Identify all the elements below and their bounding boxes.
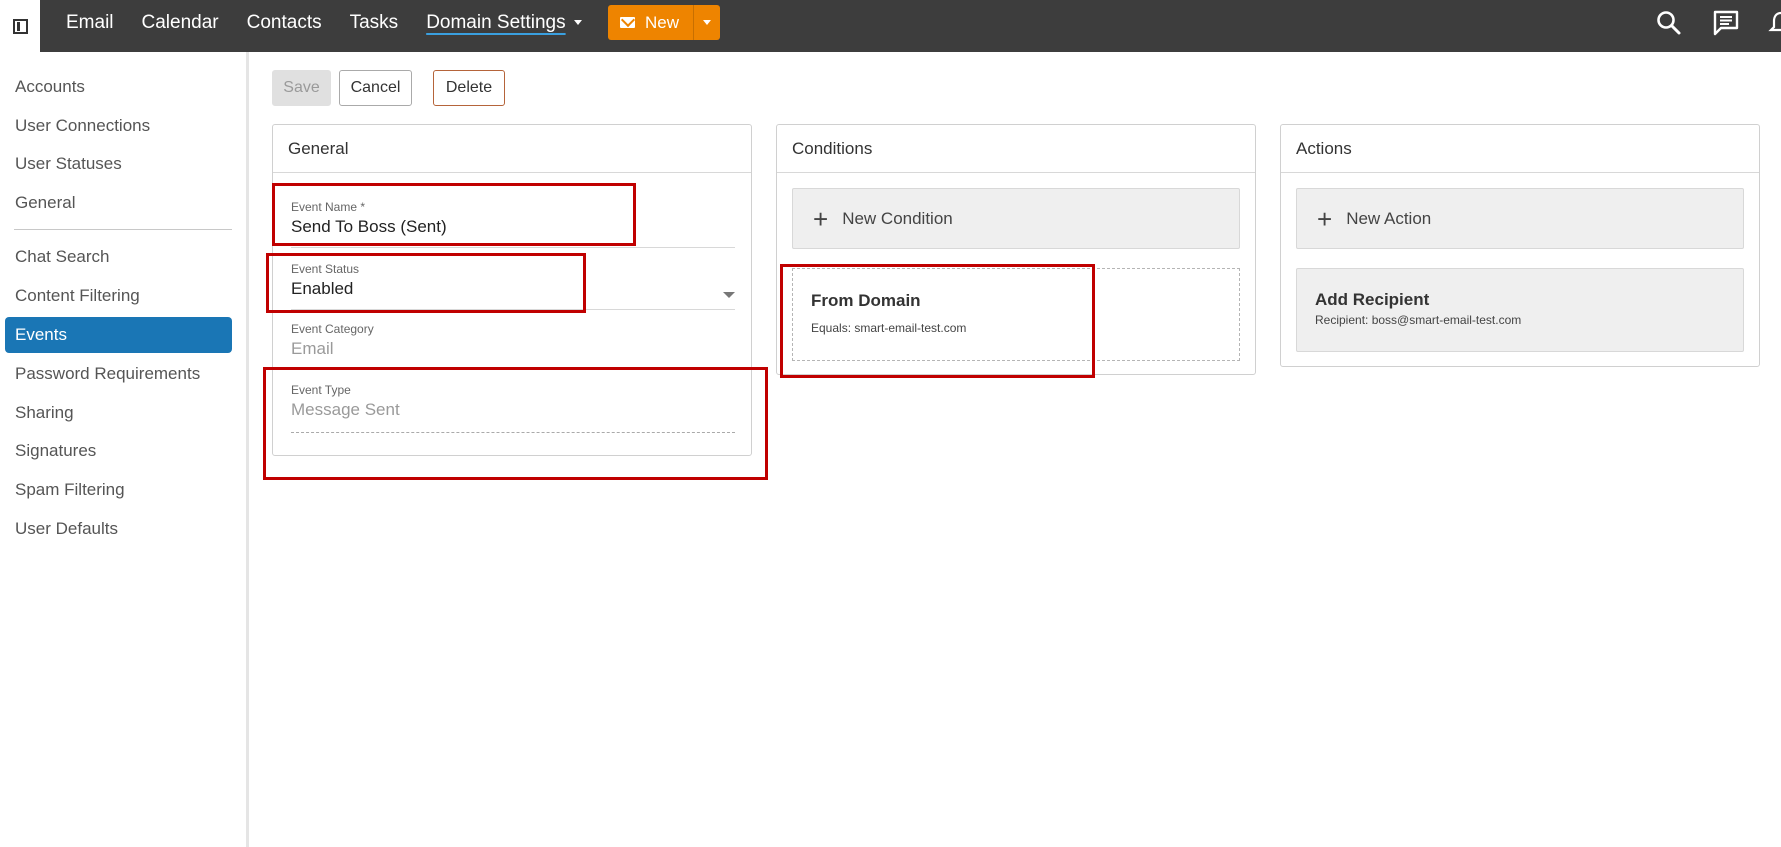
search-icon[interactable] bbox=[1655, 9, 1683, 37]
main-nav: Email Calendar Contacts Tasks Domain Set… bbox=[52, 0, 596, 46]
event-name-underline bbox=[291, 247, 735, 248]
event-type-field: Event Type Message Sent bbox=[291, 383, 735, 433]
chevron-down-icon bbox=[723, 292, 735, 298]
sidebar-item-user-connections[interactable]: User Connections bbox=[5, 108, 232, 144]
plus-icon: + bbox=[813, 203, 829, 234]
nav-domain-settings-label: Domain Settings bbox=[426, 12, 566, 33]
sidebar-item-chat-search[interactable]: Chat Search bbox=[5, 239, 232, 275]
event-status-underline bbox=[291, 309, 735, 310]
actions-panel: Actions + New Action Add Recipient Recip… bbox=[1280, 124, 1760, 367]
event-category-label: Event Category bbox=[291, 322, 374, 336]
general-panel-title: General bbox=[273, 125, 751, 173]
condition-title: From Domain bbox=[811, 291, 921, 310]
sidebar-item-events[interactable]: Events bbox=[5, 317, 232, 353]
sidebar-item-accounts[interactable]: Accounts bbox=[5, 69, 232, 105]
sidebar-item-sharing[interactable]: Sharing bbox=[5, 395, 232, 431]
plus-icon: + bbox=[1317, 203, 1333, 234]
sidebar-item-general[interactable]: General bbox=[5, 185, 232, 221]
cancel-button[interactable]: Cancel bbox=[339, 70, 412, 106]
nav-contacts[interactable]: Contacts bbox=[233, 12, 336, 34]
chevron-down-icon bbox=[703, 20, 712, 25]
sidebar-item-user-statuses[interactable]: User Statuses bbox=[5, 146, 232, 182]
save-button[interactable]: Save bbox=[272, 70, 331, 106]
condition-card[interactable]: From Domain Equals: smart-email-test.com bbox=[792, 268, 1240, 361]
nav-domain-settings[interactable]: Domain Settings bbox=[412, 12, 595, 34]
condition-detail: Equals: smart-email-test.com bbox=[811, 321, 967, 335]
conditions-panel-title: Conditions bbox=[777, 125, 1255, 173]
sidebar-toggle-button[interactable] bbox=[0, 0, 40, 52]
sidebar-item-signatures[interactable]: Signatures bbox=[5, 433, 232, 469]
event-name-field[interactable]: Event Name * Send To Boss (Sent) bbox=[291, 200, 735, 248]
event-type-value: Message Sent bbox=[291, 400, 400, 419]
action-card[interactable]: Add Recipient Recipient: boss@smart-emai… bbox=[1296, 268, 1744, 352]
nav-calendar[interactable]: Calendar bbox=[128, 12, 233, 34]
nav-email[interactable]: Email bbox=[52, 12, 128, 34]
event-status-value: Enabled bbox=[291, 279, 354, 298]
new-action-label: New Action bbox=[1346, 208, 1432, 228]
mail-icon bbox=[620, 17, 635, 28]
top-bar: Email Calendar Contacts Tasks Domain Set… bbox=[0, 0, 1781, 52]
sidebar-divider bbox=[14, 229, 232, 230]
event-category-field: Event Category Email bbox=[291, 322, 735, 368]
event-name-label: Event Name * bbox=[291, 200, 366, 214]
sidebar-item-user-defaults[interactable]: User Defaults bbox=[5, 511, 232, 547]
event-type-label: Event Type bbox=[291, 383, 351, 397]
new-button[interactable]: New bbox=[608, 5, 695, 40]
conditions-panel: Conditions + New Condition From Domain E… bbox=[776, 124, 1256, 375]
sidebar-toggle-icon bbox=[12, 18, 28, 34]
actions-panel-title: Actions bbox=[1281, 125, 1759, 173]
sidebar-item-content-filtering[interactable]: Content Filtering bbox=[5, 278, 232, 314]
new-button-label: New bbox=[645, 12, 680, 32]
delete-button[interactable]: Delete bbox=[433, 70, 505, 106]
new-condition-button[interactable]: + New Condition bbox=[792, 188, 1240, 249]
new-condition-label: New Condition bbox=[842, 208, 953, 228]
chevron-down-icon bbox=[573, 20, 582, 26]
nav-tasks[interactable]: Tasks bbox=[336, 12, 413, 34]
event-name-value: Send To Boss (Sent) bbox=[291, 217, 447, 236]
general-panel: General Event Name * Send To Boss (Sent)… bbox=[272, 124, 752, 456]
event-status-select[interactable]: Event Status Enabled bbox=[291, 262, 735, 310]
event-type-underline bbox=[291, 432, 735, 433]
bell-icon[interactable] bbox=[1768, 9, 1781, 37]
sidebar-item-spam-filtering[interactable]: Spam Filtering bbox=[5, 472, 232, 508]
new-action-button[interactable]: + New Action bbox=[1296, 188, 1744, 249]
event-category-value: Email bbox=[291, 339, 334, 358]
new-split-button: New bbox=[608, 5, 721, 40]
new-dropdown-button[interactable] bbox=[694, 5, 720, 40]
action-title: Add Recipient bbox=[1315, 290, 1430, 309]
sidebar-item-password-requirements[interactable]: Password Requirements bbox=[5, 356, 232, 392]
action-detail: Recipient: boss@smart-email-test.com bbox=[1315, 313, 1522, 327]
settings-sidebar: Accounts User Connections User Statuses … bbox=[0, 52, 249, 847]
chat-icon[interactable] bbox=[1712, 9, 1740, 37]
event-status-label: Event Status bbox=[291, 262, 360, 276]
